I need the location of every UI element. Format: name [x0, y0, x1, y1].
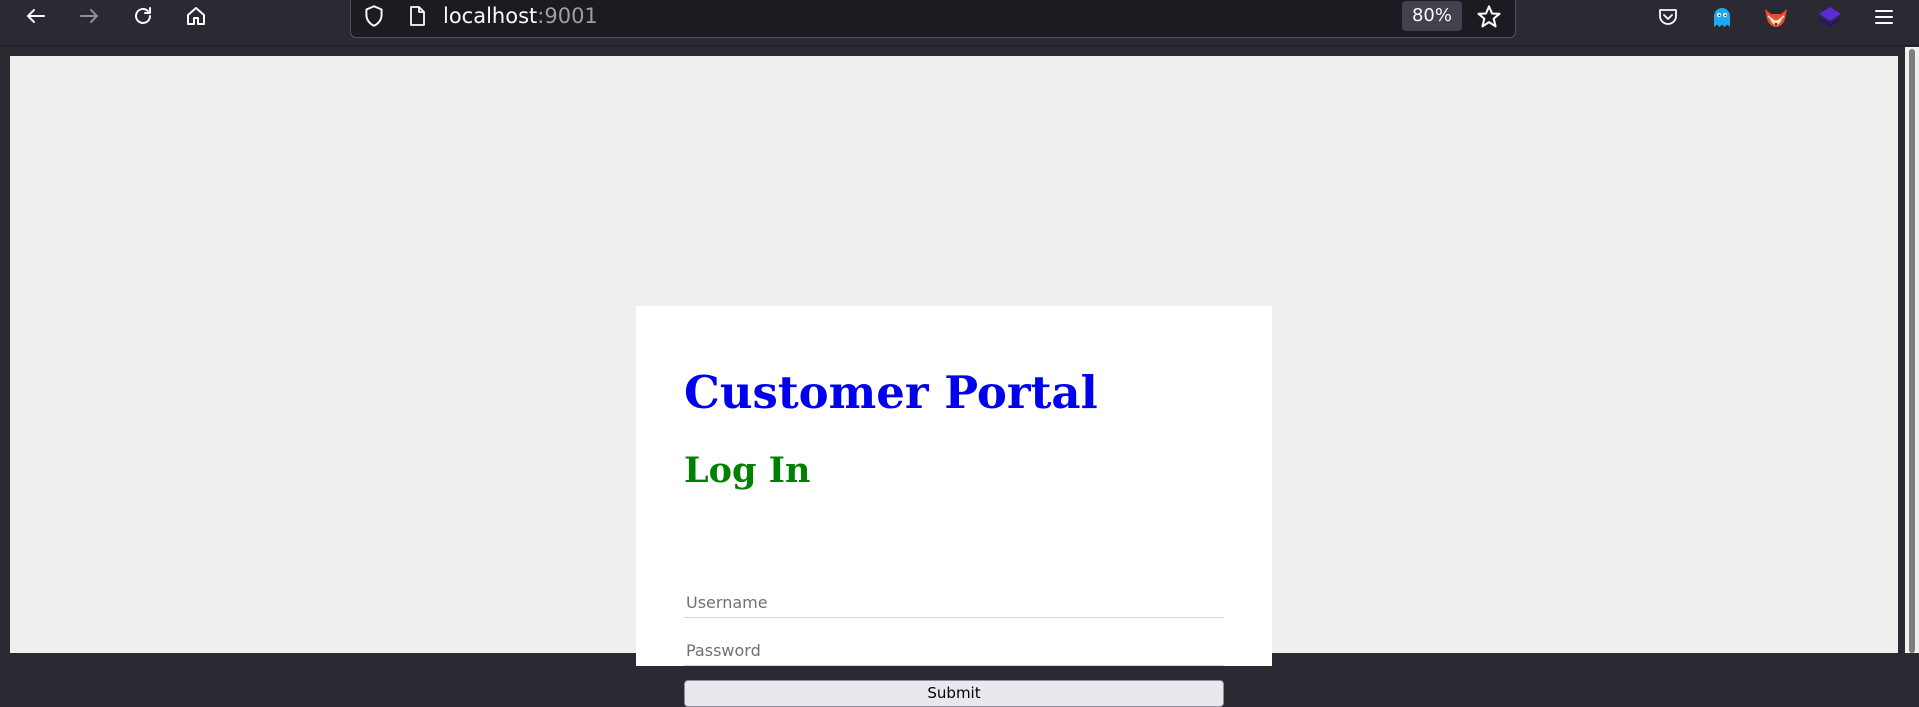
vertical-scrollbar[interactable]	[1905, 47, 1919, 653]
pocket-button[interactable]	[1653, 2, 1683, 32]
reload-button[interactable]	[123, 0, 163, 32]
url-text[interactable]: localhost:9001	[443, 0, 598, 32]
reload-icon	[135, 7, 151, 24]
page-icon[interactable]	[405, 3, 429, 29]
pocket-icon	[1659, 9, 1677, 25]
forward-button[interactable]	[69, 0, 109, 32]
ghost-extension-button[interactable]	[1707, 2, 1737, 32]
stack-extension-button[interactable]	[1815, 2, 1845, 32]
shield-icon[interactable]	[361, 3, 387, 29]
home-icon	[187, 7, 205, 25]
zoom-level-badge[interactable]: 80%	[1402, 1, 1462, 31]
arrow-left-icon	[27, 9, 45, 23]
stack-icon	[1819, 7, 1841, 27]
home-button[interactable]	[176, 0, 216, 32]
app-menu-button[interactable]	[1869, 2, 1899, 32]
login-card: Customer Portal Log In Submit	[636, 306, 1272, 707]
submit-button[interactable]: Submit	[684, 680, 1224, 707]
page-title: Customer Portal	[684, 366, 1098, 419]
fox-icon	[1765, 9, 1787, 27]
ghost-icon	[1714, 8, 1730, 27]
username-input[interactable]	[684, 588, 1224, 618]
page-viewport: Customer Portal Log In Submit	[10, 56, 1898, 707]
fox-extension-button[interactable]	[1761, 2, 1791, 32]
arrow-right-icon	[80, 9, 98, 23]
back-button[interactable]	[16, 0, 56, 32]
url-host: localhost	[443, 4, 538, 28]
hamburger-icon	[1875, 10, 1893, 24]
url-port: :9001	[537, 4, 598, 28]
login-heading: Log In	[684, 450, 811, 491]
password-input[interactable]	[684, 636, 1224, 666]
address-bar[interactable]: localhost:9001 80%	[350, 0, 1516, 38]
browser-toolbar: localhost:9001 80%	[0, 0, 1919, 46]
star-icon[interactable]	[1475, 3, 1503, 31]
scrollbar-thumb[interactable]	[1909, 49, 1915, 653]
